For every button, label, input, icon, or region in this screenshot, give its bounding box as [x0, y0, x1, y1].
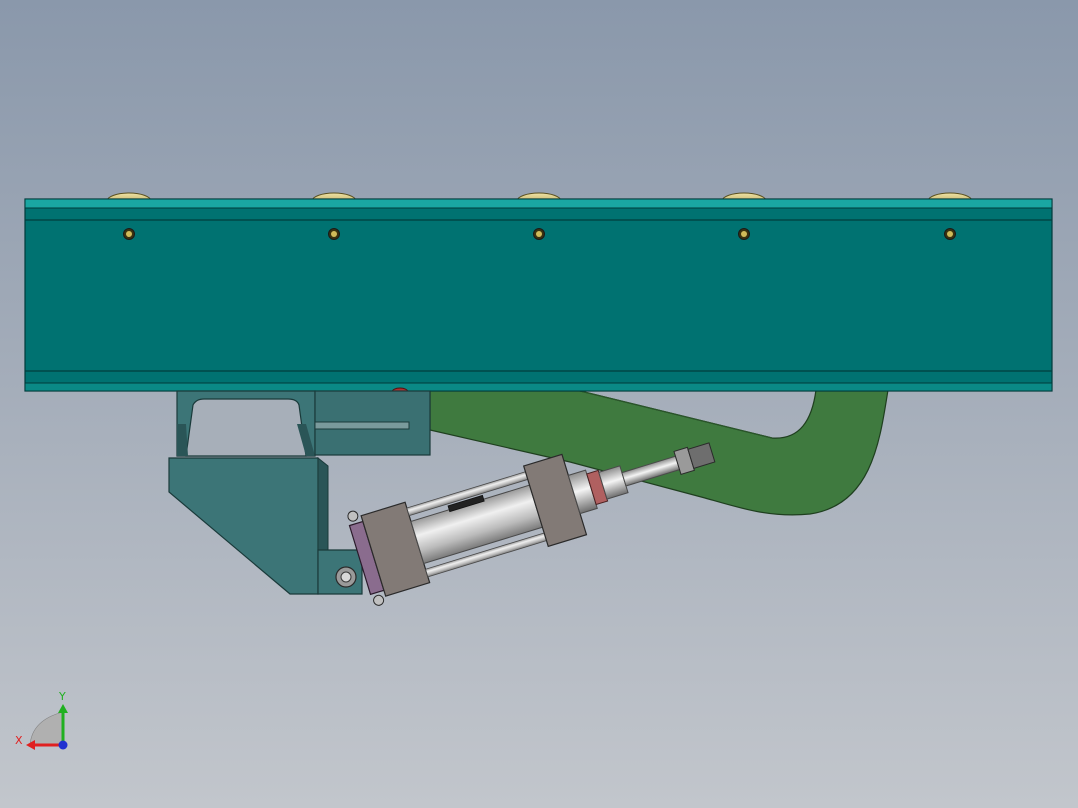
angle-bracket-plate	[168, 457, 319, 595]
channel-cutout	[185, 398, 307, 457]
triad-x-label: X	[15, 734, 23, 747]
conveyor-bottom-lip	[24, 382, 1053, 392]
upper-mount-bracket[interactable]	[176, 390, 431, 457]
lower-angle-bracket[interactable]	[168, 456, 363, 595]
bolt-hole	[533, 228, 545, 240]
triad-z-axis	[58, 740, 68, 750]
bolt-hole	[123, 228, 135, 240]
bolt-hole	[328, 228, 340, 240]
cad-model-scene[interactable]: X Y	[0, 0, 1078, 808]
mount-screw	[373, 594, 385, 606]
cad-graphics-viewport[interactable]: X Y	[0, 0, 1078, 808]
mount-screw	[347, 510, 359, 522]
triad-y-arrowhead	[58, 704, 68, 713]
coordinate-triad[interactable]: X Y	[15, 690, 68, 750]
side-plate-slot	[314, 421, 410, 430]
triad-y-label: Y	[58, 690, 66, 703]
conveyor-top-lip	[24, 198, 1053, 209]
bolt-hole	[738, 228, 750, 240]
conveyor-frame[interactable]	[24, 198, 1053, 392]
pivot-nut-inner	[340, 571, 352, 583]
bolt-hole	[944, 228, 956, 240]
conveyor-body	[24, 198, 1053, 392]
